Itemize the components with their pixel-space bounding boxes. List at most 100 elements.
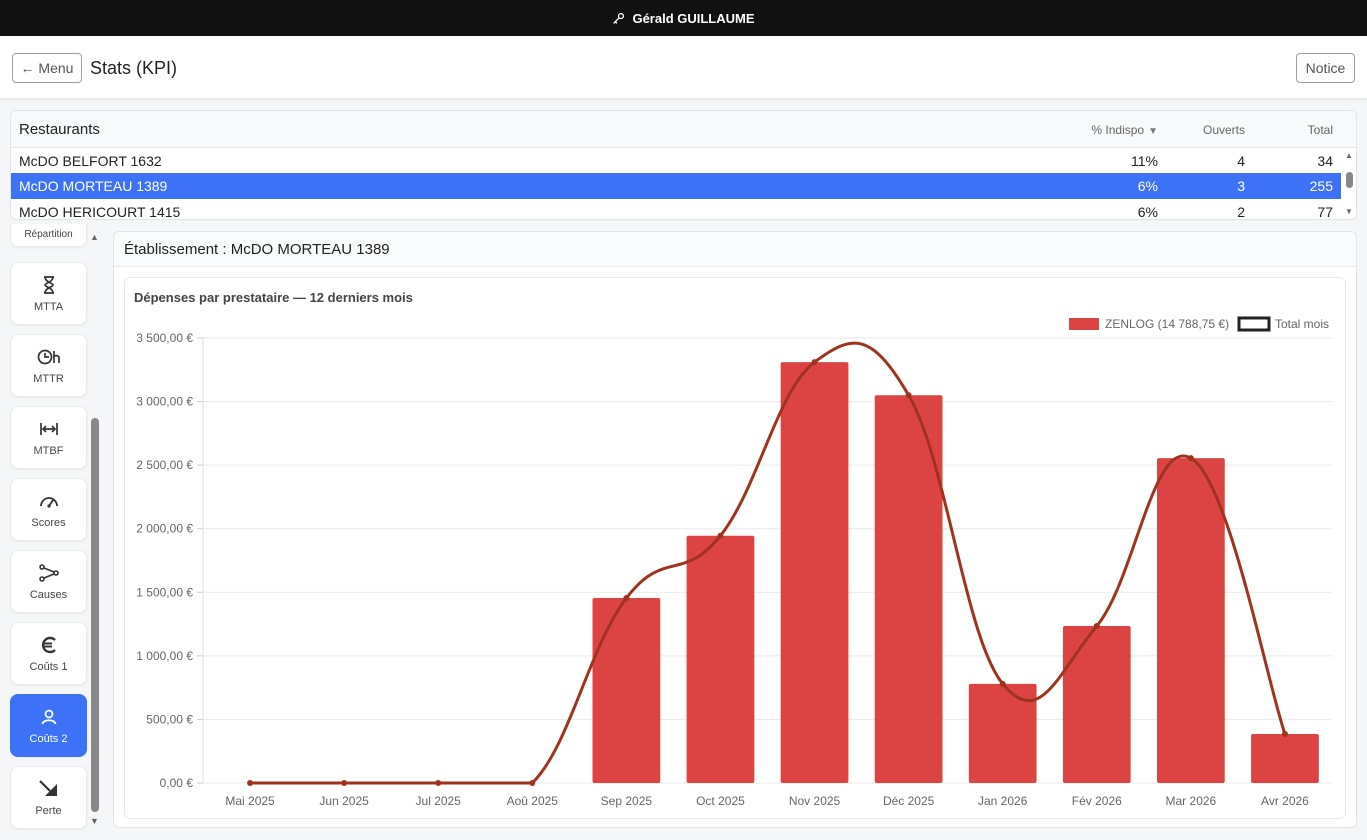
legend-swatch-total bbox=[1237, 316, 1271, 332]
sidebar-item-label: MTTA bbox=[33, 301, 64, 313]
sort-desc-icon: ▼ bbox=[1148, 126, 1158, 137]
y-tick-label: 500,00 € bbox=[146, 712, 193, 726]
total-point bbox=[435, 780, 442, 786]
y-tick-label: 1 000,00 € bbox=[136, 649, 193, 663]
sidebar-item-label: Coûts 2 bbox=[29, 733, 68, 745]
x-tick-label: Jun 2025 bbox=[319, 794, 369, 808]
table-row-selected[interactable]: McDO MORTEAU 1389 6% 3 255 bbox=[11, 173, 1341, 199]
sidebar-item-label: MTTR bbox=[33, 373, 64, 385]
clock-hours-icon bbox=[37, 346, 61, 368]
y-tick-label: 1 500,00 € bbox=[136, 585, 193, 599]
restaurant-total: 34 bbox=[1317, 153, 1333, 169]
restaurants-header: Restaurants % Indispo ▼ Ouverts Total bbox=[11, 111, 1356, 148]
total-point bbox=[811, 359, 818, 366]
x-tick-label: Déc 2025 bbox=[883, 794, 935, 808]
column-ouverts[interactable]: Ouverts bbox=[1161, 123, 1245, 137]
sidebar-item-label: Coûts 1 bbox=[29, 661, 68, 673]
x-tick-label: Mar 2026 bbox=[1166, 794, 1217, 808]
column-indispo[interactable]: % Indispo ▼ bbox=[1051, 123, 1158, 137]
restaurant-indispo: 6% bbox=[1137, 204, 1158, 220]
scroll-down-icon[interactable]: ▼ bbox=[1345, 207, 1353, 216]
total-point bbox=[1281, 731, 1288, 738]
bar bbox=[1157, 458, 1225, 783]
restaurants-scrollbar[interactable]: ▲ ▼ bbox=[1343, 151, 1355, 219]
restaurant-total: 77 bbox=[1317, 204, 1333, 220]
total-point bbox=[623, 595, 630, 602]
notice-button[interactable]: Notice bbox=[1296, 53, 1355, 83]
restaurant-total: 255 bbox=[1309, 178, 1333, 194]
total-point bbox=[999, 680, 1006, 687]
x-tick-label: Jul 2025 bbox=[416, 794, 462, 808]
euro-icon bbox=[40, 634, 58, 656]
column-total[interactable]: Total bbox=[1261, 123, 1333, 137]
sidebar-item-perte[interactable]: Perte bbox=[10, 766, 87, 829]
sidebar-item-mtbf[interactable]: MTBF bbox=[10, 406, 87, 469]
bar bbox=[592, 598, 661, 783]
sidebar-item-mtta[interactable]: MTTA bbox=[10, 262, 87, 325]
total-point bbox=[1093, 622, 1100, 629]
sidebar-item-label: Causes bbox=[29, 589, 68, 601]
page-header: ← Menu Stats (KPI) Notice bbox=[0, 36, 1367, 99]
sidebar-item-label: MTBF bbox=[33, 445, 64, 457]
scrollbar-thumb[interactable] bbox=[1346, 172, 1353, 188]
bar bbox=[686, 535, 755, 783]
establishment-header: Établissement : McDO MORTEAU 1389 bbox=[114, 232, 1356, 267]
total-point bbox=[247, 780, 254, 786]
restaurants-title: Restaurants bbox=[19, 121, 100, 138]
restaurant-indispo: 11% bbox=[1131, 153, 1158, 169]
scroll-up-icon[interactable]: ▲ bbox=[90, 232, 99, 242]
kpi-sidebar: Répartition MTTA MTTR MTBF Scores Causes bbox=[0, 224, 110, 840]
sidebar-item-repartition[interactable]: Répartition bbox=[10, 224, 87, 247]
restaurants-panel: Restaurants % Indispo ▼ Ouverts Total McD… bbox=[10, 110, 1357, 220]
legend-label-total: Total mois bbox=[1275, 317, 1329, 331]
restaurant-ouverts: 3 bbox=[1237, 178, 1245, 194]
expenses-chart: 0,00 € 500,00 € 1 000,00 € 1 500,00 € 2 000,… bbox=[136, 316, 1332, 808]
x-tick-label: Oct 2025 bbox=[696, 794, 745, 808]
sidebar-item-mttr[interactable]: MTTR bbox=[10, 334, 87, 397]
y-tick-label: 3 500,00 € bbox=[136, 331, 193, 345]
sidebar-item-couts-2[interactable]: Coûts 2 bbox=[10, 694, 87, 757]
total-point bbox=[1187, 455, 1194, 462]
sidebar-item-label: Scores bbox=[31, 517, 66, 529]
restaurant-name: McDO HERICOURT 1415 bbox=[19, 204, 181, 220]
sidebar-item-couts-1[interactable]: Coûts 1 bbox=[10, 622, 87, 685]
column-indispo-label: % Indispo bbox=[1091, 123, 1145, 137]
establishment-panel: Établissement : McDO MORTEAU 1389 Dépens… bbox=[113, 231, 1357, 828]
y-tick-label: 2 500,00 € bbox=[136, 458, 193, 472]
x-tick-label: Aoû 2025 bbox=[507, 794, 559, 808]
establishment-title: Établissement : McDO MORTEAU 1389 bbox=[124, 241, 390, 258]
restaurant-ouverts: 4 bbox=[1237, 153, 1245, 169]
total-point bbox=[341, 780, 348, 786]
y-tick-label: 3 000,00 € bbox=[136, 395, 193, 409]
restaurant-ouverts: 2 bbox=[1237, 204, 1245, 220]
user-icon bbox=[40, 706, 58, 728]
menu-button[interactable]: ← Menu bbox=[12, 53, 82, 83]
total-point bbox=[905, 392, 912, 399]
scroll-down-icon[interactable]: ▼ bbox=[90, 816, 99, 826]
bar bbox=[1062, 625, 1131, 783]
bar bbox=[968, 683, 1037, 783]
scrollbar-thumb[interactable] bbox=[91, 418, 99, 812]
x-tick-label: Mai 2025 bbox=[225, 794, 275, 808]
arrows-horizontal-icon bbox=[39, 418, 59, 440]
sidebar-scrollbar[interactable]: ▲ ▼ bbox=[89, 232, 101, 832]
top-bar: Gérald GUILLAUME bbox=[0, 0, 1367, 36]
loss-arrow-icon bbox=[38, 778, 60, 800]
sidebar-item-label: Répartition bbox=[24, 229, 73, 240]
table-row[interactable]: McDO HERICOURT 1415 6% 2 77 bbox=[11, 199, 1341, 220]
restaurant-name: McDO BELFORT 1632 bbox=[19, 153, 162, 169]
x-tick-label: Fév 2026 bbox=[1072, 794, 1122, 808]
bar bbox=[1251, 734, 1319, 783]
scroll-up-icon[interactable]: ▲ bbox=[1345, 151, 1353, 160]
hourglass-icon bbox=[41, 274, 57, 296]
y-tick-label: 2 000,00 € bbox=[136, 522, 193, 536]
page-title: Stats (KPI) bbox=[90, 58, 178, 78]
table-row[interactable]: McDO BELFORT 1632 11% 4 34 bbox=[11, 148, 1341, 174]
sidebar-item-scores[interactable]: Scores bbox=[10, 478, 87, 541]
sidebar-item-causes[interactable]: Causes bbox=[10, 550, 87, 613]
gauge-icon bbox=[39, 490, 59, 512]
total-point bbox=[717, 532, 724, 539]
legend-swatch-zenlog bbox=[1069, 318, 1099, 330]
legend-label-zenlog: ZENLOG (14 788,75 €) bbox=[1105, 317, 1229, 331]
y-tick-label: 0,00 € bbox=[160, 776, 194, 790]
